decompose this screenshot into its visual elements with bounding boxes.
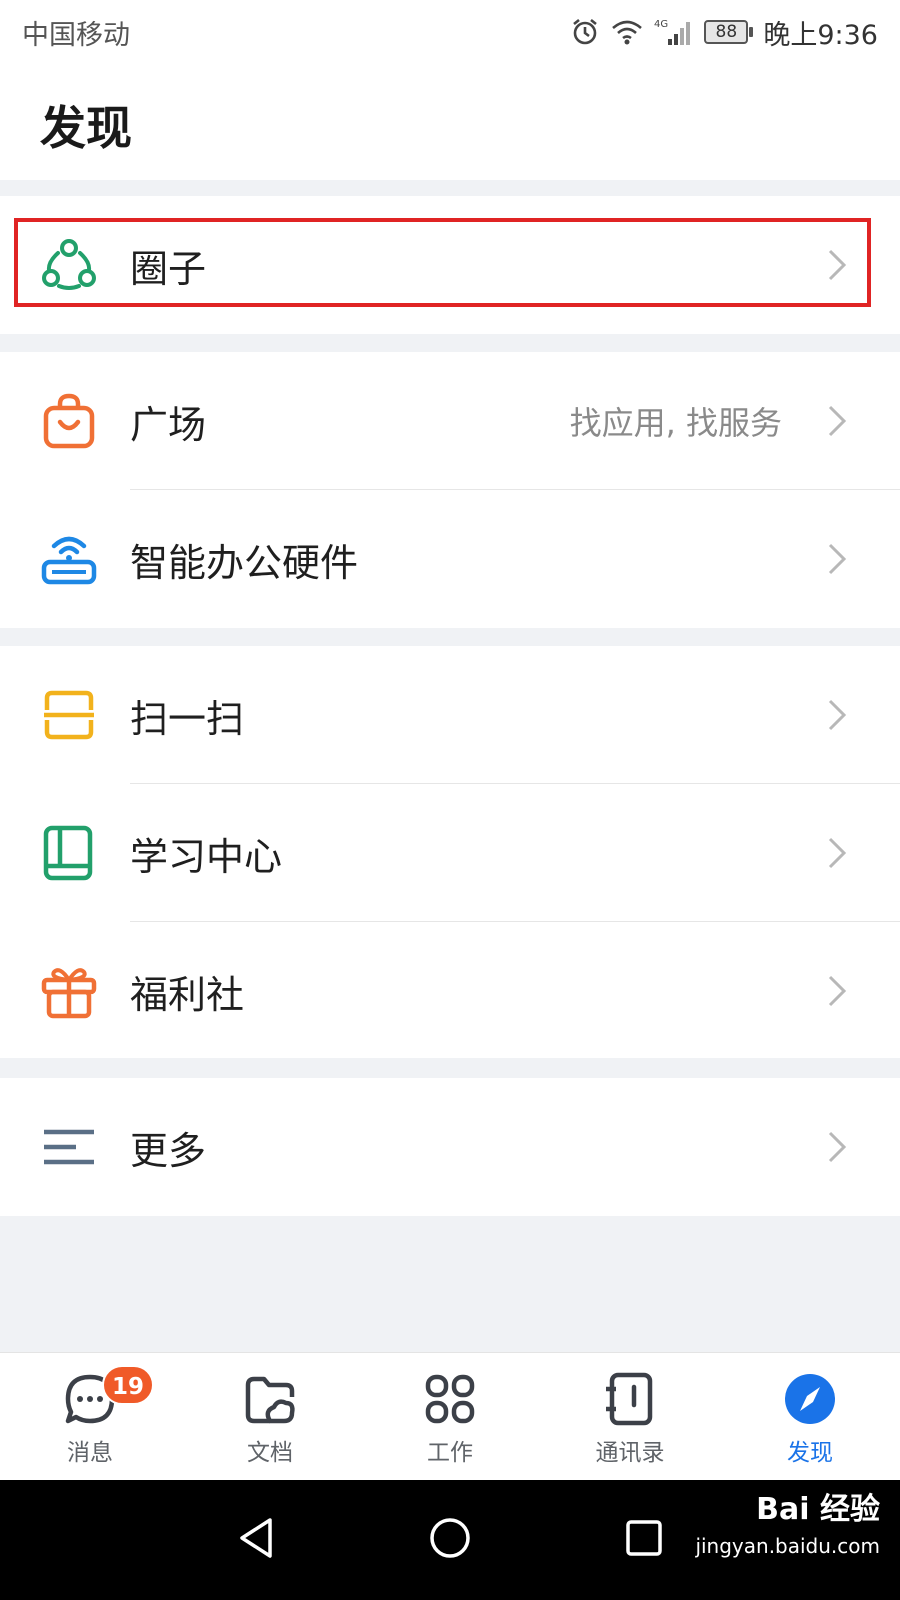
- status-icons: 4G 88 晚上9:36: [570, 13, 878, 52]
- tab-discover[interactable]: 发现: [720, 1353, 900, 1480]
- tab-label: 发现: [787, 1440, 833, 1466]
- menu-item-label: 扫一扫: [130, 696, 245, 741]
- shopping-bag-icon: [40, 392, 98, 450]
- tab-label: 通讯录: [595, 1440, 665, 1466]
- page-header: 发现: [0, 64, 900, 180]
- unread-badge: 19: [102, 1365, 155, 1405]
- chevron-right-icon: [824, 835, 850, 871]
- menu-item-label: 学习中心: [130, 834, 283, 879]
- menu-item-label: 智能办公硬件: [130, 540, 359, 585]
- bottom-tab-bar: 19 消息 文档 工作 通讯录 发现: [0, 1352, 900, 1480]
- menu-item-more[interactable]: 更多: [0, 1078, 900, 1216]
- tab-label: 工作: [427, 1440, 473, 1466]
- tab-label: 文档: [247, 1440, 293, 1466]
- menu-item-learning[interactable]: 学习中心: [0, 784, 900, 922]
- address-book-icon: [602, 1371, 658, 1427]
- watermark-url: jingyan.baidu.com: [695, 1534, 880, 1558]
- battery-level: 88: [704, 20, 749, 44]
- scan-icon: [40, 686, 98, 744]
- chevron-right-icon: [824, 541, 850, 577]
- menu-item-welfare[interactable]: 福利社: [0, 922, 900, 1060]
- menu-item-hardware[interactable]: 智能办公硬件: [0, 490, 900, 628]
- tab-messages[interactable]: 19 消息: [0, 1353, 180, 1480]
- menu-group-tools: 扫一扫 学习中心 福利社: [0, 646, 900, 1058]
- status-bar: 中国移动 4G 88 晚上9:36: [0, 0, 900, 64]
- chevron-right-icon: [824, 403, 850, 439]
- menu-item-circle[interactable]: 圈子: [0, 196, 900, 334]
- tab-label: 消息: [67, 1440, 113, 1466]
- folder-icon: [242, 1371, 298, 1427]
- router-icon: [40, 530, 98, 588]
- menu-group-apps: 广场 找应用, 找服务 智能办公硬件: [0, 352, 900, 628]
- compass-icon: [782, 1371, 838, 1427]
- menu-item-label: 广场: [130, 402, 207, 447]
- watermark-brand: Bai 经验: [756, 1492, 880, 1527]
- menu-lines-icon: [40, 1118, 98, 1176]
- menu-item-plaza[interactable]: 广场 找应用, 找服务: [0, 352, 900, 490]
- battery-indicator: 88: [704, 20, 754, 44]
- tab-docs[interactable]: 文档: [180, 1353, 360, 1480]
- menu-group-circle: 圈子: [0, 196, 900, 334]
- home-icon[interactable]: [428, 1516, 472, 1564]
- menu-item-subtitle: 找应用, 找服务: [569, 404, 782, 442]
- signal-icon: 4G: [654, 17, 694, 47]
- carrier-name: 中国移动: [22, 19, 130, 51]
- network-type-label: 4G: [654, 19, 668, 30]
- alarm-icon: [570, 17, 600, 47]
- menu-item-label: 福利社: [130, 972, 245, 1017]
- menu-item-label: 圈子: [130, 246, 207, 291]
- chevron-right-icon: [824, 973, 850, 1009]
- menu-group-more: 更多: [0, 1078, 900, 1216]
- menu-item-scan[interactable]: 扫一扫: [0, 646, 900, 784]
- circle-network-icon: [40, 236, 98, 294]
- back-icon[interactable]: [236, 1516, 276, 1564]
- page-title: 发现: [40, 101, 132, 155]
- clock: 晚上9:36: [763, 19, 878, 51]
- apps-grid-icon: [422, 1371, 478, 1427]
- gift-icon: [40, 962, 98, 1020]
- tab-contacts[interactable]: 通讯录: [540, 1353, 720, 1480]
- chevron-right-icon: [824, 697, 850, 733]
- menu-item-label: 更多: [130, 1128, 207, 1173]
- wifi-icon: [610, 18, 644, 46]
- chevron-right-icon: [824, 247, 850, 283]
- tab-work[interactable]: 工作: [360, 1353, 540, 1480]
- recents-icon[interactable]: [624, 1518, 664, 1562]
- baidu-watermark: Bai 经验 jingyan.baidu.com: [695, 1492, 880, 1564]
- chevron-right-icon: [824, 1129, 850, 1165]
- book-icon: [40, 824, 98, 882]
